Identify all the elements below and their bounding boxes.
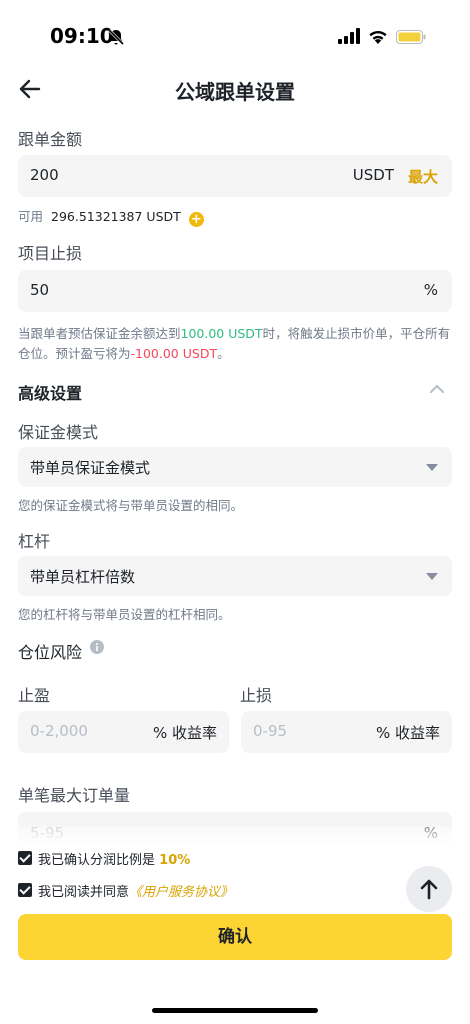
stop-loss-roi-label: 止损 [240,686,273,705]
note-text: 。 [217,346,230,361]
ratio-value: 10% [159,853,191,868]
terms-link[interactable]: 《用户服务协议》 [129,885,233,900]
available-value: 296.51321387 USDT [51,209,181,224]
leverage-label: 杠杆 [18,532,51,551]
note-text: 当跟单者预估保证金余额达到 [18,326,181,341]
advanced-settings-label: 高级设置 [18,384,83,403]
stop-loss-label: 项目止损 [18,244,83,263]
leverage-select[interactable]: 带单员杠杆倍数 [18,556,452,596]
amount-unit: USDT [352,166,394,184]
status-time: 09:10 [50,24,114,48]
stop-loss-roi-placeholder: 0-95 [253,722,288,740]
note-trigger-amount: 100.00 USDT [180,326,263,341]
add-funds-icon[interactable]: + [188,212,204,227]
bell-muted-icon [107,28,125,46]
leverage-value: 带单员杠杆倍数 [30,568,136,586]
ratio-text: 我已确认分润比例是 [38,853,156,868]
chevron-up-icon[interactable] [430,384,444,394]
ratio-confirm-text: 我已确认分润比例是 10% [38,849,190,868]
amount-label: 跟单金额 [18,130,83,149]
terms-checkbox[interactable] [18,883,32,897]
margin-mode-value: 带单员保证金模式 [30,459,151,477]
available-prefix: 可用 [18,209,44,224]
stop-loss-note: 当跟单者预估保证金余额达到100.00 USDT时，将触发止损市价单，平仓所有仓… [18,324,452,364]
home-indicator [152,1008,318,1013]
leverage-note: 您的杠杆将与带单员设置的杠杆相同。 [18,607,231,622]
confirm-button[interactable]: 确认 [18,914,452,960]
take-profit-placeholder: 0-2,000 [30,722,88,740]
scroll-to-top-button[interactable] [406,866,452,912]
stop-loss-roi-input[interactable]: 0-95 % 收益率 [241,711,452,753]
take-profit-label: 止盈 [18,686,51,705]
note-pnl-amount: -100.00 USDT [130,346,218,361]
stop-loss-roi-unit: % 收益率 [375,724,440,742]
terms-text: 我已阅读并同意《用户服务协议》 [38,881,233,900]
stop-loss-input[interactable]: 50 % [18,270,452,312]
margin-mode-note: 您的保证金模式将与带单员设置的相同。 [18,498,244,513]
amount-input[interactable]: 200 USDT 最大 [18,155,452,197]
margin-mode-select[interactable]: 带单员保证金模式 [18,447,452,487]
wifi-icon [369,30,387,44]
margin-mode-label: 保证金模式 [18,423,99,442]
page-title: 公域跟单设置 [175,80,295,104]
dropdown-arrow-icon [426,573,438,580]
signal-icon [338,28,360,44]
available-balance: 可用 296.51321387 USDT + [18,206,204,227]
take-profit-input[interactable]: 0-2,000 % 收益率 [18,711,229,753]
position-risk-label: 仓位风险 [18,643,83,662]
max-button[interactable]: 最大 [408,166,438,187]
stop-loss-value: 50 [30,281,50,299]
terms-prefix: 我已阅读并同意 [38,885,130,900]
battery-icon [396,30,426,44]
arrow-up-icon [420,879,438,900]
amount-value: 200 [30,166,59,184]
scroll-fade [0,826,470,846]
ratio-checkbox[interactable] [18,851,32,865]
dropdown-arrow-icon [426,464,438,471]
take-profit-unit: % 收益率 [152,724,217,742]
stop-loss-unit: % [423,281,438,299]
info-icon[interactable] [90,640,104,654]
max-order-label: 单笔最大订单量 [18,786,131,805]
